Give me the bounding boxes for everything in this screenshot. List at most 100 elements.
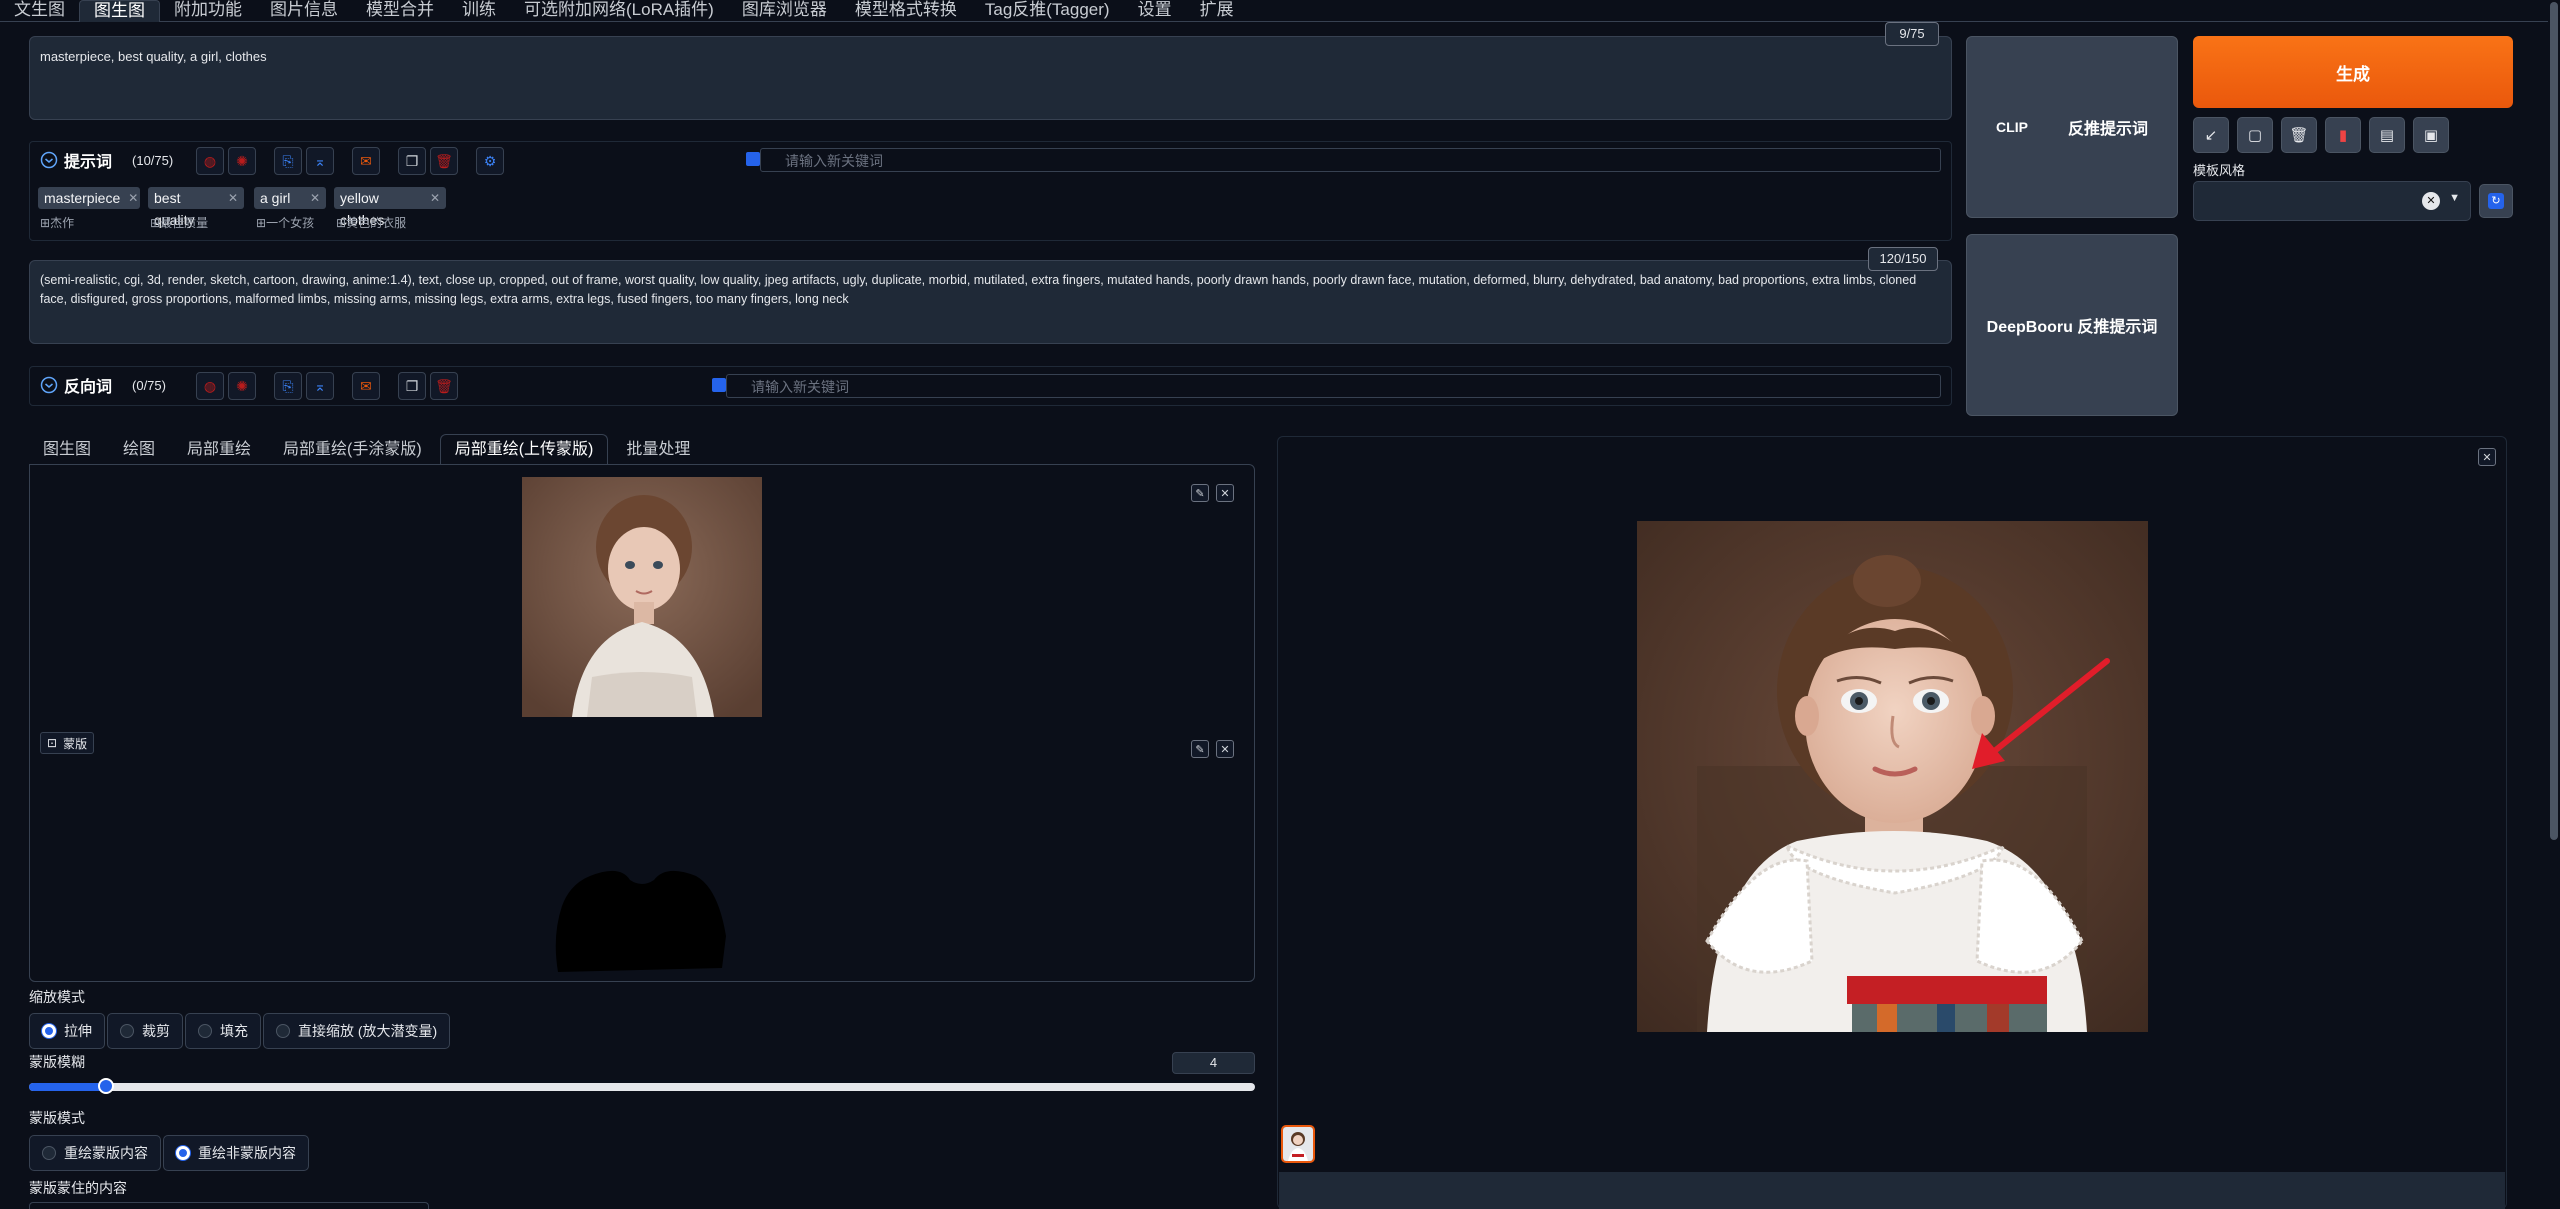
tab-tagger[interactable]: Tag反推(Tagger): [971, 0, 1124, 22]
close-icon[interactable]: ✕: [2478, 448, 2496, 466]
translate-icon[interactable]: ⎘: [274, 147, 302, 175]
action-buttons: ↙ ▢ 🗑 ▮ ▤ ▣: [2193, 117, 2449, 153]
edit-icon[interactable]: ✎: [1191, 484, 1209, 502]
tag-translation: ⊞黄色的衣服: [336, 216, 407, 230]
mask-mode-label: 蒙版模式: [29, 1110, 85, 1126]
tag-chip[interactable]: yellow clothes ✕: [334, 187, 446, 228]
tag-chip[interactable]: masterpiece ✕: [38, 187, 140, 209]
copy-icon[interactable]: ❐: [398, 372, 426, 400]
tab-extras[interactable]: 附加功能: [160, 0, 256, 22]
tab-settings[interactable]: 设置: [1124, 0, 1186, 22]
translate-icon[interactable]: ⎘: [274, 372, 302, 400]
subtab-img2img[interactable]: 图生图: [29, 435, 105, 465]
mask-image[interactable]: [550, 866, 730, 975]
resize-option-crop[interactable]: 裁剪: [107, 1013, 183, 1049]
prompt-keyword-input[interactable]: 请输入新关键词: [760, 148, 1941, 172]
bookmark-add-icon[interactable]: ⌅: [306, 147, 334, 175]
tab-model-convert[interactable]: 模型格式转换: [841, 0, 971, 22]
subtab-sketch[interactable]: 绘图: [109, 435, 169, 465]
tab-extensions[interactable]: 扩展: [1186, 0, 1248, 22]
close-icon: ✕: [128, 191, 139, 205]
resize-option-latent-upscale[interactable]: 直接缩放 (放大潜变量): [263, 1013, 451, 1049]
style-label: 模板风格: [2193, 163, 2246, 178]
close-icon[interactable]: ✕: [1216, 484, 1234, 502]
settings-icon[interactable]: ⚙: [476, 147, 504, 175]
radio-icon: [276, 1024, 290, 1038]
bookmark-add-icon[interactable]: ⌅: [306, 372, 334, 400]
close-icon: ✕: [309, 191, 320, 205]
radio-icon: [120, 1024, 134, 1038]
tab-image-browser[interactable]: 图库浏览器: [728, 0, 841, 22]
tag-chip[interactable]: a girl ✕: [254, 187, 326, 209]
subtab-batch[interactable]: 批量处理: [612, 435, 704, 465]
prompt-enable-checkbox[interactable]: [746, 152, 760, 169]
clear-icon[interactable]: ✕: [2422, 192, 2440, 210]
tag-chip[interactable]: best quality ✕: [148, 187, 244, 228]
subtab-inpaint-upload[interactable]: 局部重绘(上传蒙版): [439, 434, 609, 465]
mask-label-badge: ⊡ 蒙版: [40, 732, 95, 754]
gear-red-icon[interactable]: ✺: [228, 147, 256, 175]
pencil-icon[interactable]: ↙: [2193, 117, 2229, 153]
radio-icon: [42, 1146, 56, 1160]
style-select[interactable]: ✕ ▼: [2193, 181, 2471, 221]
tab-train[interactable]: 训练: [448, 0, 510, 22]
resize-option-fill[interactable]: 填充: [185, 1013, 261, 1049]
translate-all-icon[interactable]: ✉: [352, 147, 380, 175]
mask-mode-inpaint-masked[interactable]: 重绘蒙版内容: [29, 1135, 161, 1171]
negative-toolbar: ◍ ✺ ⎘ ⌅ ✉ ❐ 🗑: [196, 372, 458, 400]
gallery-thumbnail[interactable]: [1281, 1125, 1315, 1163]
radio-selected-icon: [176, 1146, 190, 1160]
prompt-label[interactable]: 提示词: [40, 148, 112, 172]
top-navigation: 文生图 图生图 附加功能 图片信息 模型合并 训练 可选附加网络(LoRA插件)…: [0, 0, 2560, 22]
close-icon[interactable]: ✕: [1216, 740, 1234, 758]
page-scrollbar[interactable]: [2548, 0, 2560, 1209]
negative-keyword-count: (0/75): [132, 377, 166, 393]
trash-icon[interactable]: 🗑: [430, 372, 458, 400]
clipboard-icon[interactable]: ▤: [2369, 117, 2405, 153]
tab-additional-networks[interactable]: 可选附加网络(LoRA插件): [510, 0, 728, 22]
scrollbar-thumb[interactable]: [2550, 2, 2558, 840]
generate-button[interactable]: 生成: [2193, 36, 2513, 108]
tag-translation: ⊞最佳质量: [150, 216, 209, 230]
slider-thumb[interactable]: [98, 1078, 114, 1094]
resize-option-stretch[interactable]: 拉伸: [29, 1013, 105, 1049]
save-icon[interactable]: ▣: [2413, 117, 2449, 153]
tab-png-info[interactable]: 图片信息: [256, 0, 352, 22]
image-icon: ⊡: [47, 736, 58, 750]
resize-mode-label: 缩放模式: [29, 989, 85, 1005]
clip-interrogate-button[interactable]: CLIP 反推提示词: [1966, 36, 2178, 218]
refresh-styles-button[interactable]: ↻: [2479, 184, 2513, 218]
deepbooru-interrogate-button[interactable]: DeepBooru 反推提示词: [1966, 234, 2178, 416]
copy-icon[interactable]: ❐: [398, 147, 426, 175]
gear-red-icon[interactable]: ✺: [228, 372, 256, 400]
radio-selected-icon: [42, 1024, 56, 1038]
source-image[interactable]: [522, 477, 762, 717]
trash-icon[interactable]: 🗑: [430, 147, 458, 175]
subtab-inpaint[interactable]: 局部重绘: [173, 435, 265, 465]
negative-keyword-input[interactable]: 请输入新关键词: [726, 374, 1941, 398]
chevron-down-icon: ▼: [2449, 192, 2460, 204]
img2img-subtabs: 图生图 绘图 局部重绘 局部重绘(手涂蒙版) 局部重绘(上传蒙版) 批量处理: [29, 434, 704, 465]
subtab-inpaint-sketch[interactable]: 局部重绘(手涂蒙版): [269, 435, 436, 465]
bookmark-icon[interactable]: ▮: [2325, 117, 2361, 153]
close-icon: ✕: [227, 191, 238, 205]
negative-label[interactable]: 反向词: [40, 373, 112, 397]
tab-txt2img[interactable]: 文生图: [0, 0, 79, 22]
mask-blur-slider[interactable]: [29, 1078, 1255, 1094]
mask-mode-inpaint-not-masked[interactable]: 重绘非蒙版内容: [163, 1135, 309, 1171]
random-icon[interactable]: ◍: [196, 147, 224, 175]
trash-icon[interactable]: 🗑: [2281, 117, 2317, 153]
tab-img2img[interactable]: 图生图: [79, 0, 160, 22]
mask-blur-number-input[interactable]: 4: [1172, 1052, 1255, 1074]
tab-model-merge[interactable]: 模型合并: [352, 0, 448, 22]
prompt-token-counter: 9/75: [1885, 22, 1939, 46]
prompt-textarea[interactable]: masterpiece, best quality, a girl, cloth…: [29, 36, 1952, 120]
edit-icon[interactable]: ✎: [1191, 740, 1209, 758]
square-icon[interactable]: ▢: [2237, 117, 2273, 153]
negative-prompt-textarea[interactable]: (semi-realistic, cgi, 3d, render, sketch…: [29, 260, 1952, 344]
output-image[interactable]: [1637, 521, 2148, 1032]
translate-all-icon[interactable]: ✉: [352, 372, 380, 400]
negative-enable-checkbox[interactable]: [712, 378, 726, 395]
random-icon[interactable]: ◍: [196, 372, 224, 400]
negative-token-counter: 120/150: [1868, 247, 1938, 271]
